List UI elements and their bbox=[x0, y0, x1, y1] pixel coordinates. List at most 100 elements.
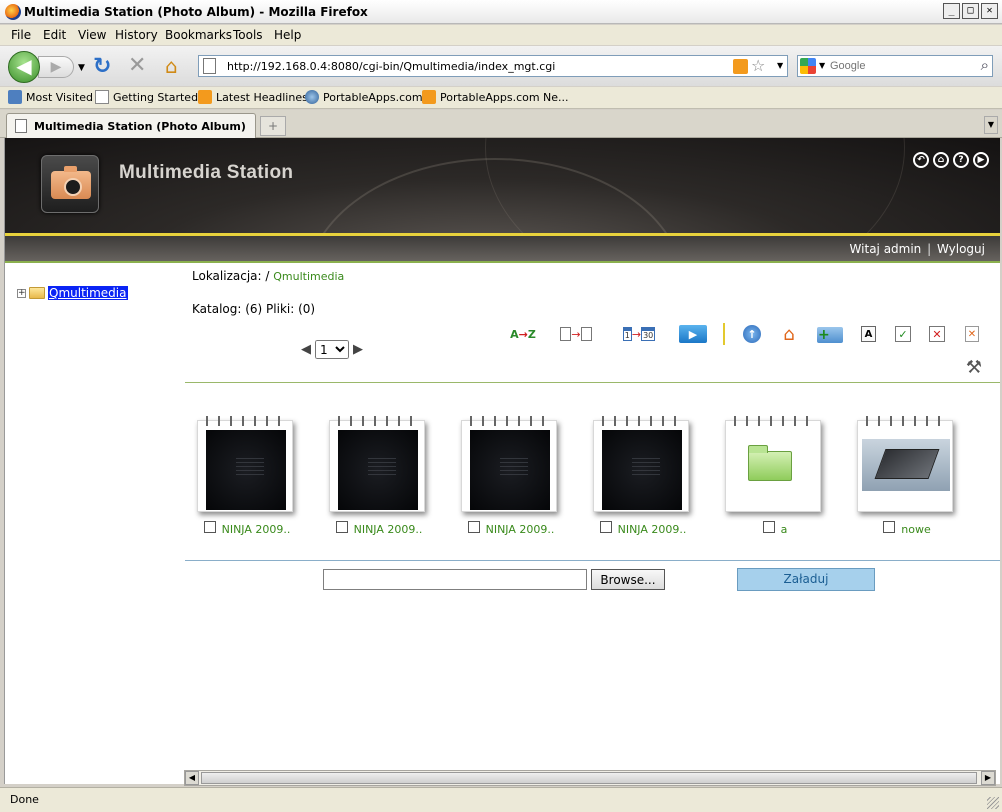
bookmark-portableapps-news[interactable]: PortableApps.com Ne... bbox=[422, 90, 569, 104]
expand-icon[interactable]: + bbox=[17, 288, 26, 298]
breadcrumb-separator: / bbox=[265, 269, 270, 283]
google-engine-icon[interactable] bbox=[800, 58, 816, 74]
thumbnail-frame[interactable] bbox=[197, 416, 293, 512]
bookmark-latest-headlines[interactable]: Latest Headlines bbox=[198, 90, 308, 104]
back-button[interactable]: ◀ bbox=[8, 51, 40, 83]
rss-feed-icon[interactable] bbox=[733, 59, 748, 74]
sort-pages-icon[interactable]: → bbox=[555, 323, 597, 345]
delete-icon[interactable]: ✕ bbox=[965, 326, 979, 342]
thumbnail-frame[interactable] bbox=[461, 416, 557, 512]
sort-dates-icon[interactable]: 1 → 30 bbox=[613, 323, 665, 345]
logout-link[interactable]: Wyloguj bbox=[937, 242, 985, 256]
home-icon[interactable]: ⌂ bbox=[779, 323, 799, 345]
thumbnail-frame[interactable] bbox=[329, 416, 425, 512]
minimize-button[interactable]: _ bbox=[943, 3, 960, 19]
thumbnail-frame[interactable] bbox=[593, 416, 689, 512]
upload-button[interactable]: Załaduj bbox=[737, 568, 875, 591]
item-checkbox[interactable] bbox=[762, 520, 775, 533]
thumbnail-image[interactable] bbox=[338, 430, 418, 510]
page-select[interactable]: 1 bbox=[315, 340, 349, 359]
menu-tools[interactable]: Tools bbox=[233, 28, 263, 42]
url-dropdown-icon[interactable]: ▼ bbox=[777, 61, 783, 70]
rss-icon bbox=[422, 90, 436, 104]
item-checkbox[interactable] bbox=[203, 520, 216, 533]
item-caption: NINJA 2009.. bbox=[329, 520, 429, 536]
browse-button[interactable]: Browse... bbox=[591, 569, 665, 590]
home-circle-icon[interactable]: ⌂ bbox=[933, 152, 949, 168]
album-item[interactable]: NINJA 2009.. bbox=[329, 412, 429, 547]
scrollbar-thumb[interactable] bbox=[201, 772, 977, 784]
thumbnail-frame[interactable] bbox=[725, 416, 821, 512]
prev-page-icon[interactable]: ◀ bbox=[301, 342, 311, 357]
bookmark-portableapps[interactable]: PortableApps.com bbox=[305, 90, 423, 104]
home-icon[interactable]: ⌂ bbox=[165, 54, 178, 78]
album-item[interactable]: NINJA 2009.. bbox=[197, 412, 297, 547]
item-checkbox[interactable] bbox=[599, 520, 612, 533]
menu-edit[interactable]: Edit bbox=[43, 28, 66, 42]
breadcrumb-current[interactable]: Qmultimedia bbox=[273, 270, 344, 283]
item-name[interactable]: NINJA 2009.. bbox=[486, 523, 555, 536]
item-name[interactable]: NINJA 2009.. bbox=[354, 523, 423, 536]
scroll-right-icon[interactable]: ▶ bbox=[981, 771, 995, 785]
menu-file[interactable]: File bbox=[11, 28, 31, 42]
tools-icon[interactable]: ⚒ bbox=[961, 355, 987, 379]
thumbnail-image[interactable] bbox=[862, 439, 950, 491]
tab-list-icon[interactable]: ▼ bbox=[984, 116, 998, 134]
item-name[interactable]: NINJA 2009.. bbox=[618, 523, 687, 536]
stop-icon[interactable]: ✕ bbox=[128, 53, 146, 78]
search-input[interactable] bbox=[830, 58, 968, 74]
menu-history[interactable]: History bbox=[115, 28, 158, 42]
forward-button[interactable]: ▶ bbox=[38, 56, 74, 78]
next-circle-icon[interactable]: ▶ bbox=[973, 152, 989, 168]
folder-thumbnail-icon[interactable] bbox=[748, 445, 792, 481]
menu-view[interactable]: View bbox=[78, 28, 106, 42]
app-title: Multimedia Station bbox=[119, 162, 294, 183]
item-checkbox[interactable] bbox=[335, 520, 348, 533]
bookmark-star-icon[interactable]: ☆ bbox=[751, 56, 765, 75]
history-dropdown-icon[interactable]: ▼ bbox=[78, 63, 85, 73]
deselect-all-icon[interactable]: ✕ bbox=[929, 326, 945, 342]
bookmark-getting-started[interactable]: Getting Started bbox=[95, 90, 198, 104]
thumbnail-image[interactable] bbox=[206, 430, 286, 510]
tree-root-link[interactable]: Qmultimedia bbox=[48, 286, 128, 300]
sort-az-icon[interactable]: A → Z bbox=[505, 323, 541, 345]
new-folder-icon[interactable]: + bbox=[817, 327, 843, 343]
url-bar[interactable]: http://192.168.0.4:8080/cgi-bin/Qmultime… bbox=[198, 55, 788, 77]
bookmark-most-visited[interactable]: Most Visited bbox=[8, 90, 93, 104]
help-circle-icon[interactable]: ? bbox=[953, 152, 969, 168]
album-item[interactable]: nowe bbox=[857, 412, 957, 547]
engine-dropdown-icon[interactable]: ▼ bbox=[819, 61, 825, 70]
scroll-left-icon[interactable]: ◀ bbox=[185, 771, 199, 785]
toolbar-divider bbox=[723, 323, 725, 345]
item-name[interactable]: NINJA 2009.. bbox=[222, 523, 291, 536]
slideshow-icon[interactable]: ▶ bbox=[679, 325, 707, 343]
album-item[interactable]: a bbox=[725, 412, 825, 547]
thumbnail-frame[interactable] bbox=[857, 416, 953, 512]
search-icon[interactable]: ⌕ bbox=[981, 56, 989, 74]
next-page-icon[interactable]: ▶ bbox=[353, 342, 363, 357]
select-all-icon[interactable]: ✓ bbox=[895, 326, 911, 342]
maximize-button[interactable]: □ bbox=[962, 3, 979, 19]
thumbnail-image[interactable] bbox=[470, 430, 550, 510]
tab-multimedia-station[interactable]: Multimedia Station (Photo Album) bbox=[6, 113, 256, 138]
item-name[interactable]: a bbox=[781, 523, 788, 536]
url-text[interactable]: http://192.168.0.4:8080/cgi-bin/Qmultime… bbox=[227, 60, 555, 73]
close-button[interactable]: ✕ bbox=[981, 3, 998, 19]
album-item[interactable]: NINJA 2009.. bbox=[593, 412, 693, 547]
back-circle-icon[interactable]: ↶ bbox=[913, 152, 929, 168]
item-checkbox[interactable] bbox=[467, 520, 480, 533]
reload-icon[interactable]: ↻ bbox=[93, 54, 111, 79]
menu-help[interactable]: Help bbox=[274, 28, 301, 42]
album-item[interactable]: NINJA 2009.. bbox=[461, 412, 561, 547]
menu-bookmarks[interactable]: Bookmarks bbox=[165, 28, 232, 42]
file-path-input[interactable] bbox=[323, 569, 587, 590]
resize-grip-icon[interactable] bbox=[987, 797, 999, 809]
horizontal-scrollbar[interactable]: ◀ ▶ bbox=[184, 770, 996, 786]
divider bbox=[185, 382, 1000, 383]
item-name[interactable]: nowe bbox=[901, 523, 930, 536]
new-tab-button[interactable]: + bbox=[260, 116, 286, 136]
up-folder-icon[interactable]: ↑ bbox=[743, 325, 761, 343]
item-checkbox[interactable] bbox=[883, 520, 896, 533]
rename-icon[interactable]: A bbox=[861, 326, 876, 342]
thumbnail-image[interactable] bbox=[602, 430, 682, 510]
